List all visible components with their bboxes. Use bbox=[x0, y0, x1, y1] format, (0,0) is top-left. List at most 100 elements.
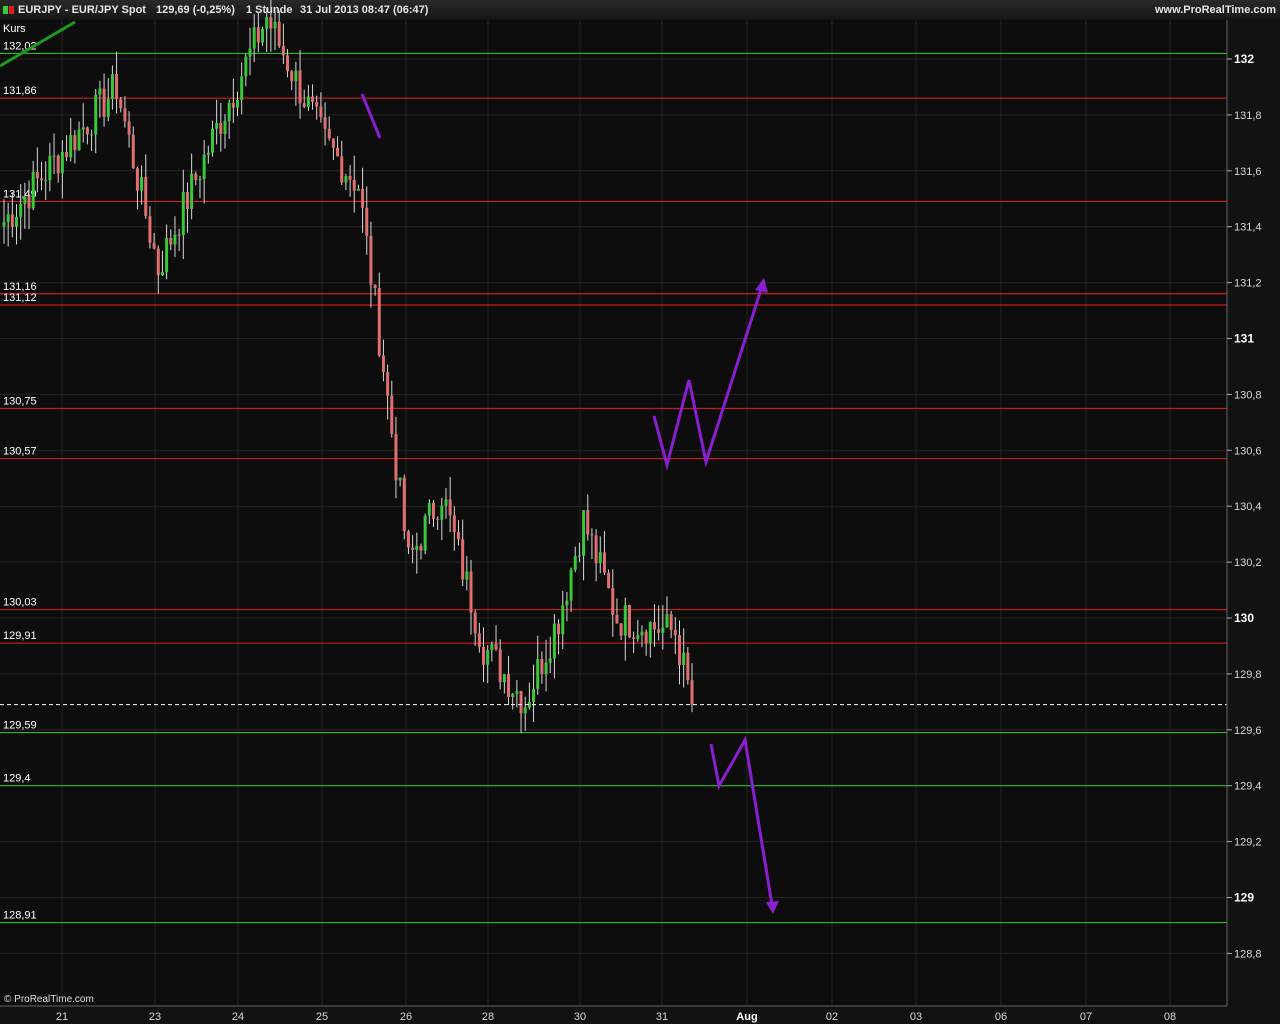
plot-area[interactable] bbox=[0, 20, 1227, 1006]
candle-body bbox=[81, 127, 85, 130]
candle-body bbox=[160, 272, 164, 276]
candle-body bbox=[35, 171, 39, 179]
candle-body bbox=[594, 535, 598, 564]
x-tick-label: 21 bbox=[56, 1011, 68, 1023]
y-tick-label: 131 bbox=[1234, 332, 1254, 346]
candle-body bbox=[657, 629, 661, 633]
level-label: 129,4 bbox=[3, 773, 31, 785]
candle-body bbox=[431, 502, 435, 519]
y-tick-label: 130,4 bbox=[1234, 501, 1262, 513]
candle-body bbox=[231, 102, 235, 108]
candle-body bbox=[602, 552, 606, 573]
candle-body bbox=[548, 658, 552, 663]
y-tick-label: 131,2 bbox=[1234, 278, 1262, 290]
candle-body bbox=[607, 572, 611, 589]
x-tick-label: 02 bbox=[826, 1011, 838, 1023]
candle-body bbox=[586, 510, 590, 535]
candle-body bbox=[198, 179, 202, 181]
level-label: 130,75 bbox=[3, 395, 37, 407]
candle-body bbox=[365, 207, 369, 237]
candle-body bbox=[52, 155, 56, 157]
candle-body bbox=[177, 234, 181, 236]
candle-body bbox=[94, 94, 98, 135]
candle-body bbox=[665, 614, 669, 628]
candle-body bbox=[110, 74, 114, 100]
y-tick-label: 129,2 bbox=[1234, 837, 1262, 849]
candle-body bbox=[10, 214, 14, 227]
candle-body bbox=[590, 534, 594, 536]
candle-body bbox=[482, 646, 486, 665]
candle-body bbox=[398, 477, 402, 481]
candle-body bbox=[190, 173, 194, 209]
candle-body bbox=[573, 556, 577, 570]
candle-body bbox=[298, 70, 302, 104]
candle-body bbox=[532, 688, 536, 702]
candle-body bbox=[423, 515, 427, 551]
candle-body bbox=[19, 203, 23, 217]
candle-body bbox=[194, 173, 198, 180]
candle-body bbox=[23, 196, 27, 204]
candle-body bbox=[127, 121, 131, 135]
candle-body bbox=[215, 122, 219, 129]
price-chart[interactable]: 132,02131,86131,49131,16131,12130,75130,… bbox=[0, 0, 1280, 1024]
candle-body bbox=[244, 56, 248, 77]
y-tick-label: 130 bbox=[1234, 611, 1254, 625]
candle-body bbox=[185, 192, 189, 209]
candle-body bbox=[302, 103, 306, 107]
watermark: © ProRealTime.com bbox=[4, 994, 94, 1005]
candle-body bbox=[252, 27, 256, 49]
candle-body bbox=[661, 627, 665, 633]
candle-body bbox=[557, 623, 561, 635]
candle-body bbox=[690, 680, 694, 705]
y-tick-label: 129 bbox=[1234, 891, 1254, 905]
candle-body bbox=[511, 693, 515, 698]
candle-body bbox=[69, 135, 73, 158]
x-tick-label: 30 bbox=[574, 1011, 586, 1023]
candle-body bbox=[465, 571, 469, 580]
candle-body bbox=[540, 659, 544, 675]
candle-body bbox=[27, 196, 31, 209]
candle-body bbox=[219, 122, 223, 134]
x-tick-label: 26 bbox=[400, 1011, 412, 1023]
level-label: 130,03 bbox=[3, 597, 37, 609]
candle-body bbox=[256, 27, 260, 43]
y-tick-label: 131,4 bbox=[1234, 222, 1262, 234]
candle-body bbox=[60, 151, 64, 174]
candle-body bbox=[552, 623, 556, 659]
candle-body bbox=[348, 175, 352, 180]
candle-body bbox=[40, 178, 44, 181]
candle-body bbox=[623, 605, 627, 636]
candle-body bbox=[615, 614, 619, 624]
y-tick-label: 130,2 bbox=[1234, 557, 1262, 569]
candle-body bbox=[77, 129, 81, 151]
candle-body bbox=[236, 99, 240, 108]
candle-body bbox=[369, 236, 373, 285]
candle-body bbox=[202, 154, 206, 180]
candle-body bbox=[669, 614, 673, 630]
candle-body bbox=[494, 644, 498, 650]
candle-body bbox=[135, 168, 139, 191]
y-tick-label: 131,8 bbox=[1234, 110, 1262, 122]
candle-body bbox=[461, 539, 465, 580]
candle-body bbox=[273, 21, 277, 29]
candle-body bbox=[210, 128, 214, 153]
candle-body bbox=[140, 176, 144, 191]
candle-body bbox=[6, 214, 10, 223]
candle-body bbox=[206, 152, 210, 155]
candle-body bbox=[598, 552, 602, 564]
x-tick-label: 03 bbox=[910, 1011, 922, 1023]
candle-body bbox=[102, 88, 106, 117]
candle-body bbox=[415, 545, 419, 550]
candle-body bbox=[319, 106, 323, 118]
x-tick-label: 06 bbox=[995, 1011, 1007, 1023]
candle-body bbox=[473, 612, 477, 634]
candle-body bbox=[286, 55, 290, 72]
candle-body bbox=[73, 135, 77, 151]
candle-body bbox=[452, 515, 456, 533]
level-label: 128,91 bbox=[3, 910, 37, 922]
candle-body bbox=[498, 649, 502, 683]
candle-body bbox=[311, 96, 315, 102]
candle-body bbox=[123, 108, 127, 122]
candle-body bbox=[2, 222, 6, 227]
candle-body bbox=[240, 76, 244, 100]
